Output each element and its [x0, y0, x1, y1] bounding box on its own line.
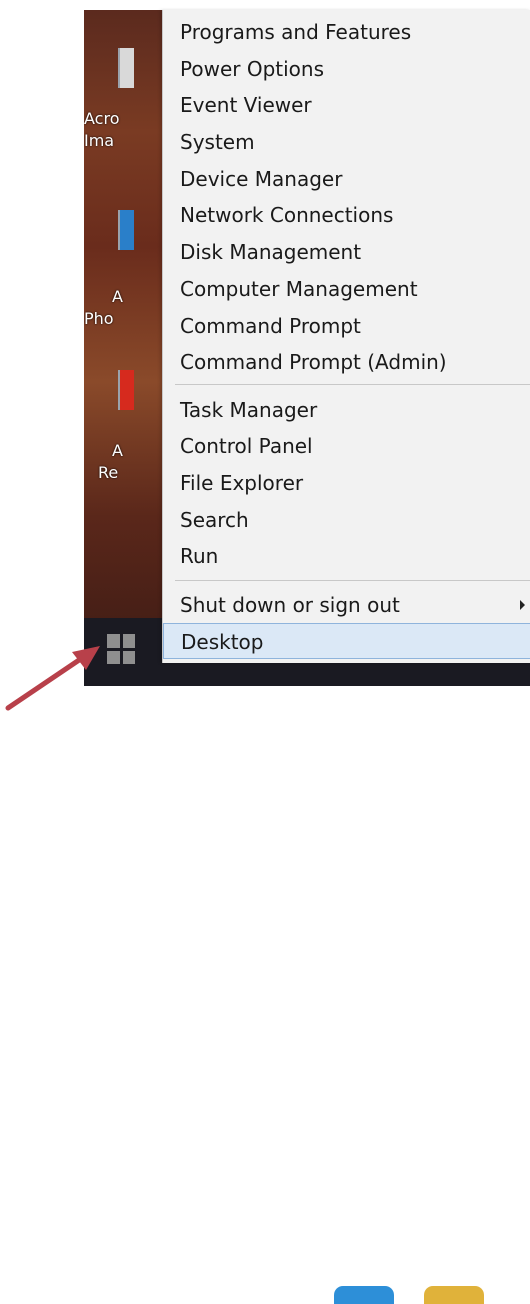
screenshot-frame: Acro Ima A Pho A Re Programs and Feature… — [0, 0, 530, 1304]
menu-item-device-manager[interactable]: Device Manager — [163, 161, 530, 197]
menu-item-task-manager[interactable]: Task Manager — [163, 392, 530, 428]
menu-item-shut-down-or-sign-out[interactable]: Shut down or sign out — [163, 587, 530, 623]
menu-item-system[interactable]: System — [163, 124, 530, 160]
acrobat-desktop-icon[interactable] — [118, 48, 134, 88]
menu-separator — [175, 384, 530, 385]
submenu-arrow-icon — [520, 600, 525, 610]
desktop-background: Acro Ima A Pho A Re — [84, 10, 174, 686]
menu-item-command-prompt[interactable]: Command Prompt — [163, 308, 530, 344]
menu-item-file-explorer[interactable]: File Explorer — [163, 465, 530, 501]
menu-item-control-panel[interactable]: Control Panel — [163, 428, 530, 464]
desktop-icon-label: Re — [98, 463, 119, 482]
menu-item-run[interactable]: Run — [163, 538, 530, 574]
photoshop-desktop-icon[interactable] — [118, 210, 134, 250]
menu-item-computer-management[interactable]: Computer Management — [163, 271, 530, 307]
desktop-icon-label: A — [112, 441, 123, 460]
desktop-icon-label: Ima — [84, 131, 115, 150]
ie-taskbar-icon[interactable] — [334, 1286, 394, 1304]
power-user-menu: Programs and Features Power Options Even… — [162, 10, 530, 663]
menu-item-command-prompt-admin[interactable]: Command Prompt (Admin) — [163, 344, 530, 380]
explorer-taskbar-icon[interactable] — [424, 1286, 484, 1304]
menu-item-search[interactable]: Search — [163, 502, 530, 538]
reader-desktop-icon[interactable] — [118, 370, 134, 410]
desktop-icon-label: A — [112, 287, 123, 306]
menu-item-programs-and-features[interactable]: Programs and Features — [163, 14, 530, 50]
menu-item-label: Shut down or sign out — [180, 593, 400, 617]
red-arrow-icon — [5, 646, 100, 711]
desktop-icon-label: Acro — [84, 109, 120, 128]
menu-item-power-options[interactable]: Power Options — [163, 51, 530, 87]
menu-separator — [175, 580, 530, 581]
menu-item-desktop[interactable]: Desktop — [163, 623, 530, 659]
menu-item-event-viewer[interactable]: Event Viewer — [163, 87, 530, 123]
menu-item-disk-management[interactable]: Disk Management — [163, 234, 530, 270]
desktop-icon-label: Pho — [84, 309, 114, 328]
menu-item-network-connections[interactable]: Network Connections — [163, 197, 530, 233]
